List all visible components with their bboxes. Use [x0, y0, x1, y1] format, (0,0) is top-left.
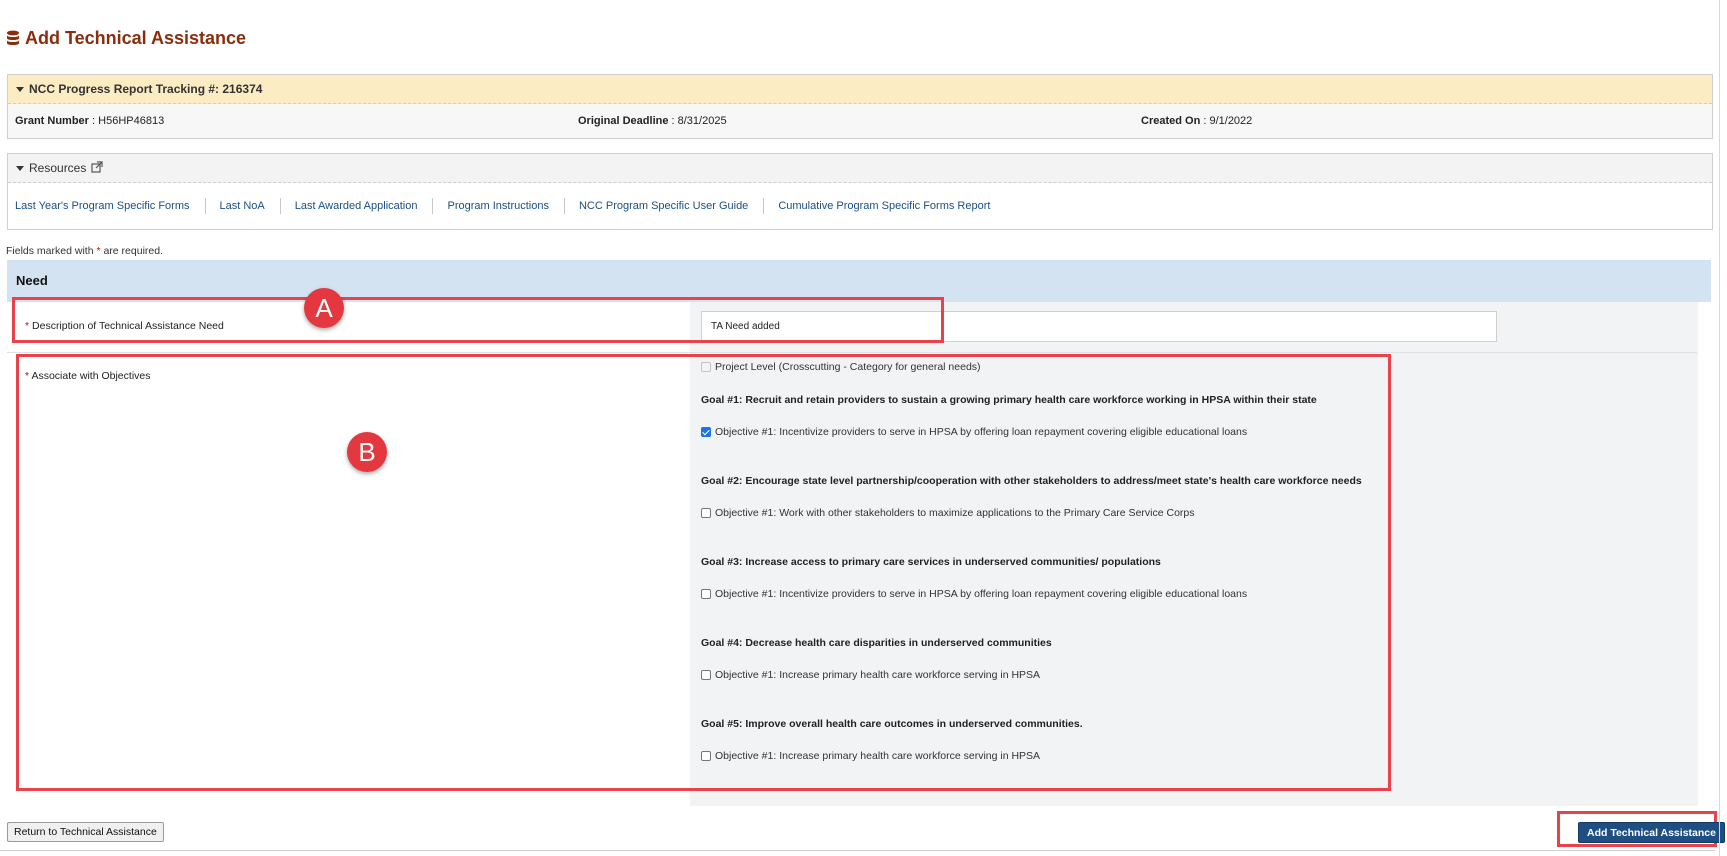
- need-section-title: Need: [16, 273, 48, 288]
- page-title-text: Add Technical Assistance: [25, 28, 247, 48]
- need-section-header: Need: [7, 260, 1711, 302]
- resources-panel-header[interactable]: Resources: [8, 154, 1712, 183]
- required-note-text: Fields marked with: [6, 245, 97, 257]
- tracking-panel: NCC Progress Report Tracking #: 216374 G…: [7, 74, 1713, 139]
- created-on-label: Created On: [1141, 115, 1201, 127]
- footer-divider: [0, 850, 1715, 851]
- page-title: Add Technical Assistance: [6, 28, 246, 49]
- original-deadline-label: Original Deadline: [578, 115, 669, 127]
- caret-down-icon: [16, 165, 24, 171]
- link-cumulative-report[interactable]: Cumulative Program Specific Forms Report: [778, 198, 1005, 214]
- link-program-instructions[interactable]: Program Instructions: [447, 198, 565, 214]
- grant-number-label: Grant Number: [15, 115, 89, 127]
- callout-badge-b: B: [347, 432, 387, 472]
- grant-number: Grant Number : H56HP46813: [15, 115, 164, 127]
- callout-badge-a: A: [304, 288, 344, 328]
- link-last-noa[interactable]: Last NoA: [220, 198, 281, 214]
- required-note: Fields marked with * are required.: [6, 245, 163, 257]
- grant-number-value: : H56HP46813: [88, 115, 165, 127]
- link-last-years-forms[interactable]: Last Year's Program Specific Forms: [15, 198, 206, 214]
- created-on-value: : 9/1/2022: [1200, 115, 1253, 127]
- external-link-icon: [91, 160, 103, 176]
- link-last-awarded-application[interactable]: Last Awarded Application: [295, 198, 434, 214]
- row-divider: [7, 352, 1697, 353]
- required-note-text-end: are required.: [100, 245, 163, 257]
- tracking-number: NCC Progress Report Tracking #: 216374: [29, 82, 263, 96]
- caret-down-icon: [16, 86, 24, 92]
- return-button[interactable]: Return to Technical Assistance: [7, 822, 164, 842]
- original-deadline-value: : 8/31/2025: [668, 115, 727, 127]
- resources-panel: Resources Last Year's Program Specific F…: [7, 153, 1713, 230]
- resource-links: Last Year's Program Specific Forms Last …: [8, 183, 1712, 229]
- scrollbar-edge: [1719, 0, 1720, 856]
- link-user-guide[interactable]: NCC Program Specific User Guide: [579, 198, 765, 214]
- tracking-meta-row: Grant Number : H56HP46813 Original Deadl…: [8, 104, 1712, 138]
- callout-box-b: [16, 354, 1391, 791]
- resources-title: Resources: [29, 161, 87, 175]
- tracking-panel-header[interactable]: NCC Progress Report Tracking #: 216374: [8, 75, 1712, 104]
- created-on: Created On : 9/1/2022: [1141, 115, 1252, 127]
- database-icon: [6, 30, 20, 48]
- add-technical-assistance-button[interactable]: Add Technical Assistance: [1578, 822, 1725, 843]
- callout-box-a: [12, 297, 944, 343]
- original-deadline: Original Deadline : 8/31/2025: [578, 115, 727, 127]
